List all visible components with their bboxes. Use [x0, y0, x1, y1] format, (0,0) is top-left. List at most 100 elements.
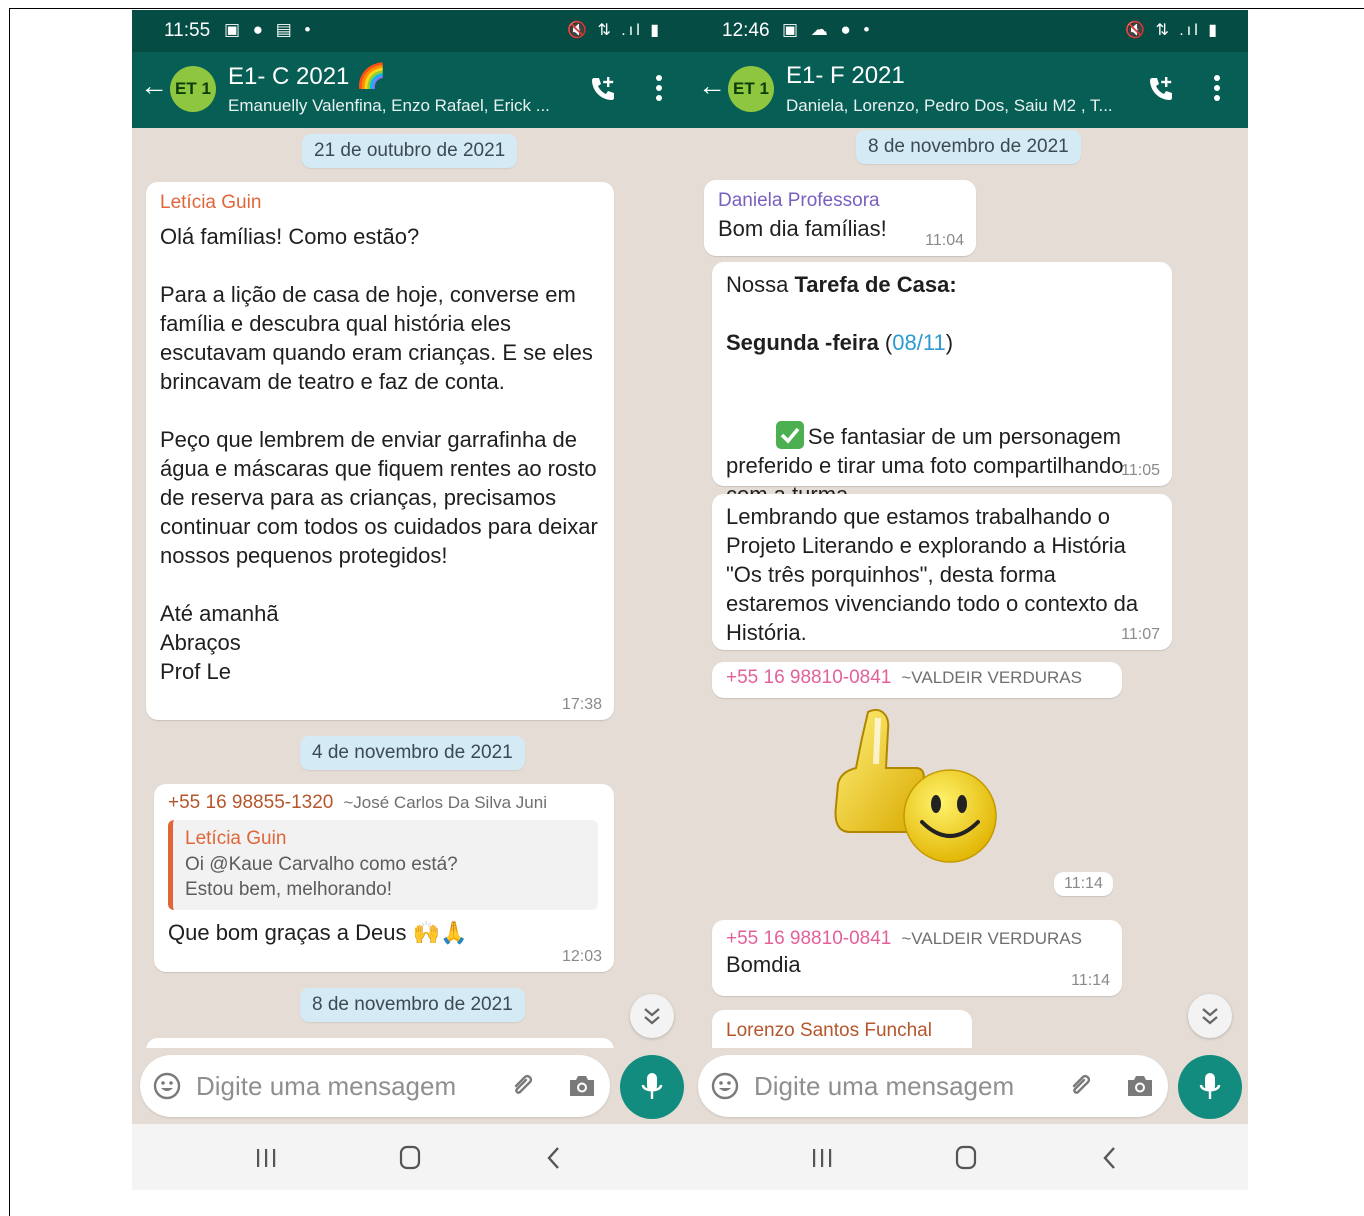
thumbs-up-smiley-sticker[interactable]: [828, 698, 1008, 878]
message-input[interactable]: [754, 1069, 1054, 1103]
message-time: 11:07: [1121, 626, 1160, 643]
attach-icon[interactable]: [1066, 1071, 1096, 1101]
message-text: Bom dia famílias!: [718, 216, 887, 241]
camera-icon[interactable]: [566, 1071, 598, 1101]
system-status-icons: 🔇 ⇅ .ıl ▮: [567, 22, 662, 39]
home-icon[interactable]: [946, 1144, 986, 1172]
message-text: Lembrando que estamos trabalhando o Proj…: [726, 504, 1145, 645]
message-bubble-partial[interactable]: Lorenzo Santos Funchal: [712, 1010, 972, 1048]
chat-members[interactable]: Emanuelly Valenfina, Enzo Rafael, Erick …: [228, 96, 568, 116]
sender-phone[interactable]: +55 16 98855-1320: [168, 792, 333, 813]
quoted-message[interactable]: Letícia Guin Oi @Kaue Carvalho como está…: [168, 820, 598, 910]
status-time: 11:55: [164, 20, 211, 41]
message-time: 11:14: [1071, 972, 1110, 989]
notification-icons: ▣ ☁ ● •: [782, 20, 874, 39]
message-bubble[interactable]: +55 16 98810-0841 ~VALDEIR VERDURAS Bomdi…: [712, 920, 1122, 996]
sender-push-name: ~VALDEIR VERDURAS: [901, 929, 1082, 948]
message-text-plain: ): [945, 330, 954, 355]
message-list[interactable]: 8 de novembro de 2021 Daniela Professora…: [690, 128, 1248, 1048]
message-bubble[interactable]: Daniela Professora Bom dia famílias! 11:…: [704, 180, 976, 256]
frame-left-border: [9, 8, 10, 1216]
quote-text: Oi @Kaue Carvalho como está? Estou bem, …: [185, 854, 458, 900]
message-bubble[interactable]: Letícia Guin Olá famílias! Como estão? P…: [146, 182, 614, 720]
recent-apps-icon[interactable]: [802, 1144, 842, 1172]
recent-apps-icon[interactable]: [246, 1144, 286, 1172]
back-arrow-icon[interactable]: ←: [140, 72, 168, 100]
attach-icon[interactable]: [508, 1071, 538, 1101]
emoji-icon[interactable]: [152, 1071, 182, 1101]
chat-title[interactable]: E1- C 2021 🌈: [228, 62, 386, 91]
back-icon[interactable]: [1090, 1144, 1130, 1172]
message-list[interactable]: 21 de outubro de 2021 Letícia Guin Olá f…: [132, 128, 690, 1048]
date-chip: 8 de novembro de 2021: [300, 988, 525, 1022]
scroll-down-icon: [1202, 1008, 1218, 1025]
sender-push-name: ~VALDEIR VERDURAS: [901, 668, 1082, 687]
group-avatar[interactable]: ET 1: [728, 66, 774, 112]
message-text-plain: (: [878, 330, 893, 355]
scroll-down-button[interactable]: [1188, 994, 1232, 1038]
chat-header: ← ET 1 E1- C 2021 🌈 Emanuelly Valenfina,…: [132, 52, 690, 128]
status-time: 12:46: [722, 20, 770, 41]
message-composer: [698, 1055, 1168, 1117]
chat-header: ← ET 1 E1- F 2021 Daniela, Lorenzo, Pedr…: [690, 52, 1248, 128]
status-bar: 12:46 ▣ ☁ ● • 🔇 ⇅ .ıl ▮: [690, 10, 1248, 52]
message-line: Nossa Tarefa de Casa:: [726, 270, 1156, 299]
message-text-plain: Nossa: [726, 272, 795, 297]
quote-sender: Letícia Guin: [185, 828, 287, 849]
scroll-down-icon: [644, 1008, 660, 1025]
sender-name[interactable]: Daniela Professora: [718, 188, 960, 214]
sticker-sender-header[interactable]: +55 16 98810-0841 ~VALDEIR VERDURAS: [712, 662, 1122, 698]
message-time: 17:38: [561, 696, 602, 713]
back-icon[interactable]: [534, 1144, 574, 1172]
message-text: Que bom graças a Deus 🙌🙏: [168, 920, 468, 945]
scroll-down-button[interactable]: [630, 994, 674, 1038]
chat-title-text: E1- C 2021: [228, 63, 350, 90]
back-arrow-icon[interactable]: ←: [698, 72, 726, 100]
sender-name[interactable]: Lorenzo Santos Funchal: [726, 1018, 956, 1044]
phone-screen-left: 11:55 ▣ ● ▤ • 🔇 ⇅ .ıl ▮ ← ET 1 E1- C 202…: [132, 10, 690, 1190]
chat-members[interactable]: Daniela, Lorenzo, Pedro Dos, Saiu M2 , T…: [786, 96, 1126, 116]
sticker-time: 11:14: [1054, 872, 1113, 896]
date-chip: 8 de novembro de 2021: [856, 130, 1081, 164]
sender-name[interactable]: Letícia Guin: [160, 190, 598, 216]
date-chip: 21 de outubro de 2021: [302, 134, 518, 168]
message-bubble[interactable]: Lembrando que estamos trabalhando o Proj…: [712, 494, 1172, 650]
message-time: 11:05: [1121, 462, 1160, 479]
message-text-bold: Tarefa de Casa:: [794, 272, 957, 297]
message-line: Segunda -feira (08/11): [726, 328, 1156, 357]
message-time: 11:04: [925, 232, 964, 249]
date-chip: 4 de novembro de 2021: [300, 736, 525, 770]
home-icon[interactable]: [390, 1144, 430, 1172]
chat-title[interactable]: E1- F 2021: [786, 62, 905, 90]
camera-icon[interactable]: [1124, 1071, 1156, 1101]
notification-icons: ▣ ● ▤ •: [224, 20, 315, 39]
check-mark-icon: [775, 421, 804, 449]
message-bubble[interactable]: +55 16 98855-1320 ~José Carlos Da Silva J…: [154, 784, 614, 972]
android-nav-bar: [690, 1124, 1248, 1190]
message-composer: [140, 1055, 610, 1117]
message-text: Olá famílias! Como estão? Para a lição d…: [160, 224, 598, 684]
more-vert-icon[interactable]: [650, 70, 668, 106]
add-call-icon[interactable]: [1146, 74, 1176, 104]
message-bubble[interactable]: Nossa Tarefa de Casa: Segunda -feira (08…: [712, 262, 1172, 507]
emoji-icon[interactable]: [710, 1071, 740, 1101]
message-sender-row: +55 16 98855-1320 ~José Carlos Da Silva J…: [168, 792, 598, 814]
rainbow-emoji: 🌈: [356, 63, 386, 90]
group-avatar[interactable]: ET 1: [170, 66, 216, 112]
message-input[interactable]: [196, 1069, 496, 1103]
more-vert-icon[interactable]: [1208, 70, 1226, 106]
date-link[interactable]: 08/11: [892, 330, 945, 355]
message-bubble-partial[interactable]: [146, 1038, 614, 1048]
message-time: 12:03: [561, 948, 602, 965]
sender-phone[interactable]: +55 16 98810-0841: [726, 667, 891, 688]
mic-icon: [641, 1073, 663, 1099]
add-call-icon[interactable]: [588, 74, 618, 104]
mic-button[interactable]: [1178, 1055, 1242, 1119]
mic-button[interactable]: [620, 1055, 684, 1119]
android-nav-bar: [132, 1124, 690, 1190]
message-text: Bomdia: [726, 952, 801, 977]
status-bar: 11:55 ▣ ● ▤ • 🔇 ⇅ .ıl ▮: [132, 10, 690, 52]
frame-top-border: [9, 8, 1364, 9]
sender-phone[interactable]: +55 16 98810-0841: [726, 928, 891, 949]
mic-icon: [1199, 1073, 1221, 1099]
